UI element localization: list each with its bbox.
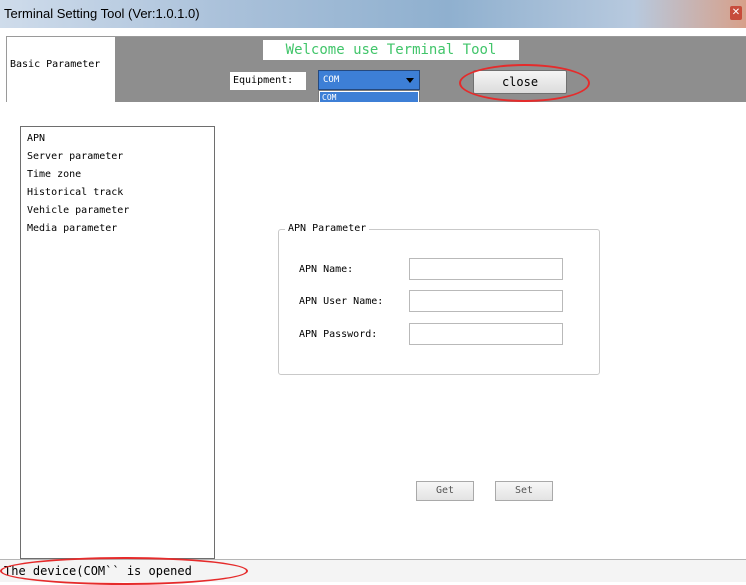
nav-item-time-zone[interactable]: Time zone [27,169,81,181]
apn-name-input[interactable] [409,258,563,280]
equipment-select[interactable]: COM [318,70,420,90]
nav-item-historical-track[interactable]: Historical track [27,187,123,199]
equipment-label: Equipment: [230,72,306,90]
nav-item-server-parameter[interactable]: Server parameter [27,151,123,163]
parameter-nav-list: APN Server parameter Time zone Historica… [20,126,215,559]
nav-item-vehicle-parameter[interactable]: Vehicle parameter [27,205,129,217]
apn-group-title: APN Parameter [285,223,370,234]
nav-item-apn[interactable]: APN [27,133,45,145]
nav-item-media-parameter[interactable]: Media parameter [27,223,117,235]
window-frame [0,28,746,36]
apn-name-label: APN Name: [299,264,354,275]
window-close-icon[interactable]: ✕ [730,6,742,20]
apn-user-name-label: APN User Name: [299,296,384,307]
chevron-down-icon[interactable] [406,78,414,83]
set-button[interactable]: Set [495,481,553,501]
title-bar: Terminal Setting Tool (Ver:1.0.1.0) ✕ [0,0,746,29]
window-title: Terminal Setting Tool (Ver:1.0.1.0) [4,6,200,21]
section-tab-basic-parameter[interactable]: Basic Parameter [6,36,116,104]
apn-password-input[interactable] [409,323,563,345]
equipment-select-value: COM [323,75,340,85]
welcome-banner: Welcome use Terminal Tool [263,40,519,60]
apn-user-name-input[interactable] [409,290,563,312]
apn-password-label: APN Password: [299,329,378,340]
section-label: Basic Parameter [10,59,101,70]
highlight-ring-close [459,64,590,102]
get-button[interactable]: Get [416,481,474,501]
